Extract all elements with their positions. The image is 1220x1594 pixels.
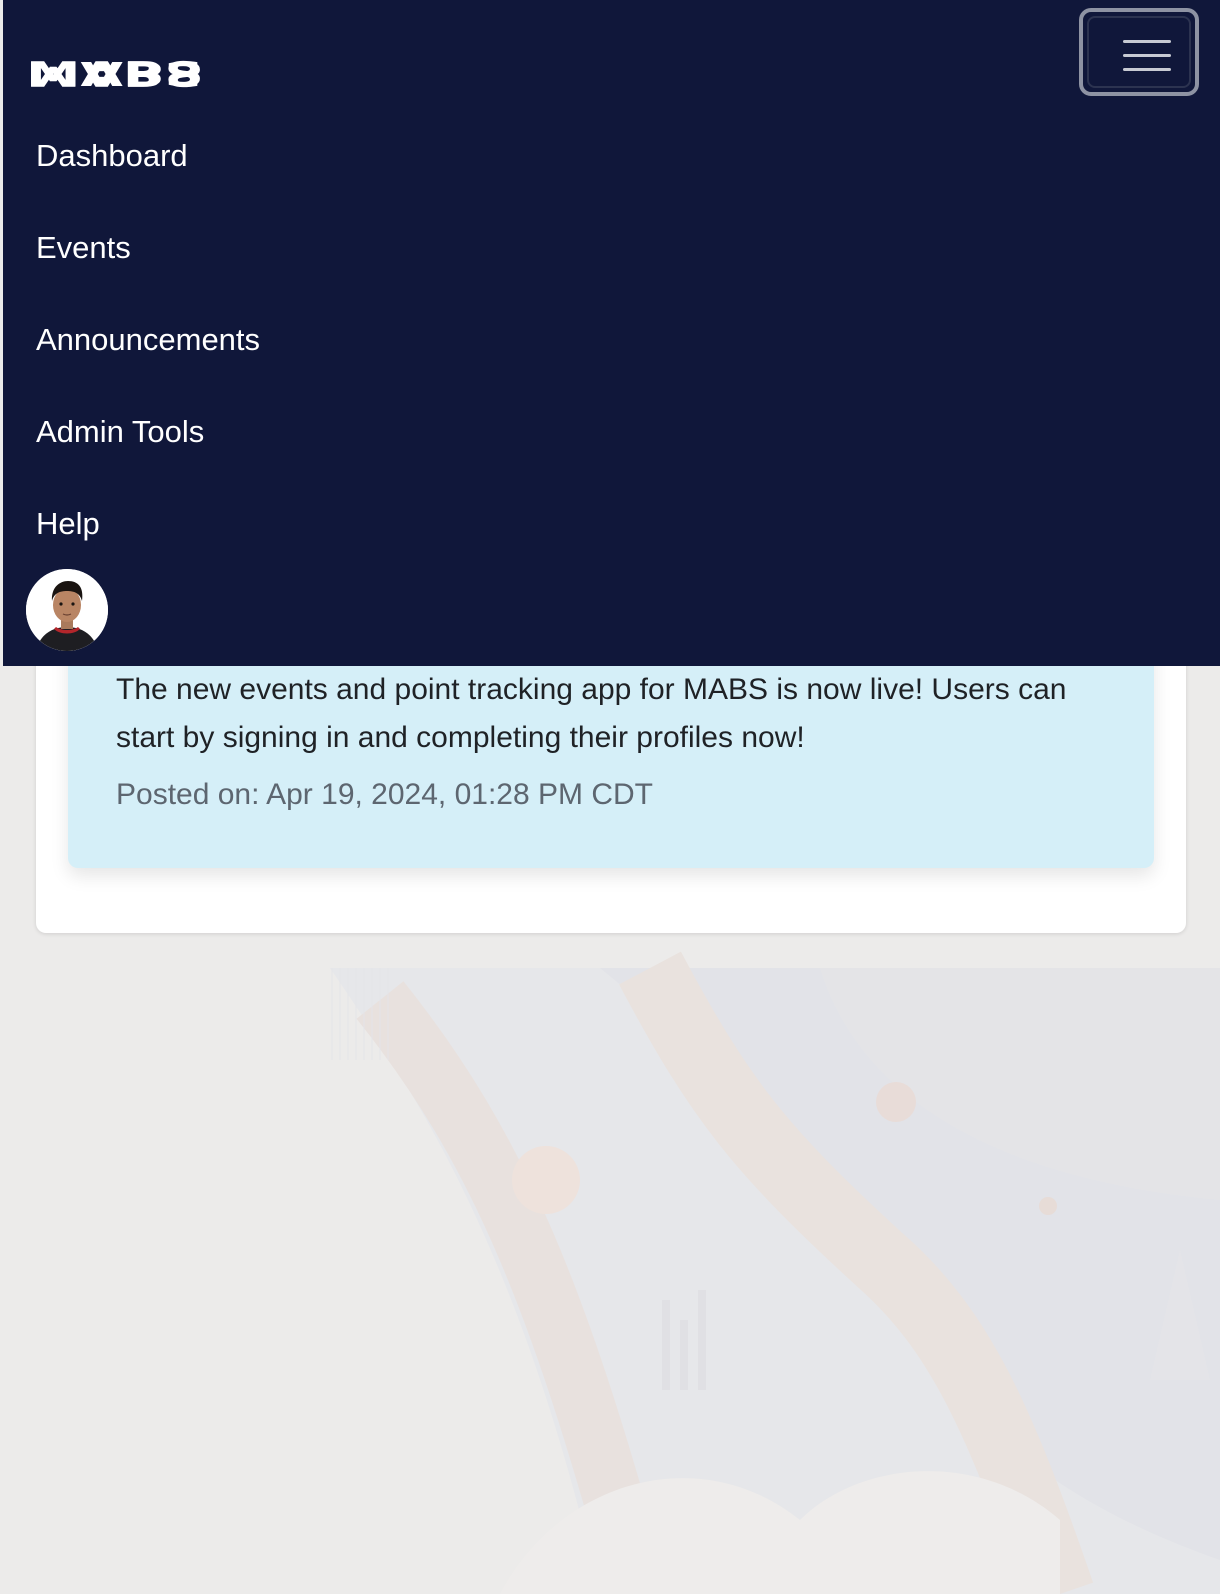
nav-link-admin-tools[interactable]: Admin Tools (36, 386, 260, 478)
navbar: MABS MABS Dashboard Events Announcements… (3, 0, 1220, 666)
nav-link-announcements[interactable]: Announcements (36, 294, 260, 386)
hamburger-menu-icon (1087, 16, 1191, 88)
announcement-posted-date: Posted on: Apr 19, 2024, 01:28 PM CDT (116, 778, 653, 811)
announcement-body: The new events and point tracking app fo… (116, 673, 1067, 754)
nav-menu: Dashboard Events Announcements Admin Too… (36, 110, 260, 570)
mabs-logo[interactable]: MABS MABS (26, 28, 206, 90)
announcement-item: The new events and point tracking app fo… (68, 640, 1154, 868)
nav-link-help[interactable]: Help (36, 478, 260, 570)
svg-text:MABS: MABS (26, 55, 204, 90)
menu-toggle-button[interactable] (1079, 8, 1199, 96)
nav-link-events[interactable]: Events (36, 202, 260, 294)
nav-link-dashboard[interactable]: Dashboard (36, 110, 260, 202)
announcements-card: The new events and point tracking app fo… (36, 640, 1186, 933)
user-avatar[interactable] (26, 569, 108, 651)
